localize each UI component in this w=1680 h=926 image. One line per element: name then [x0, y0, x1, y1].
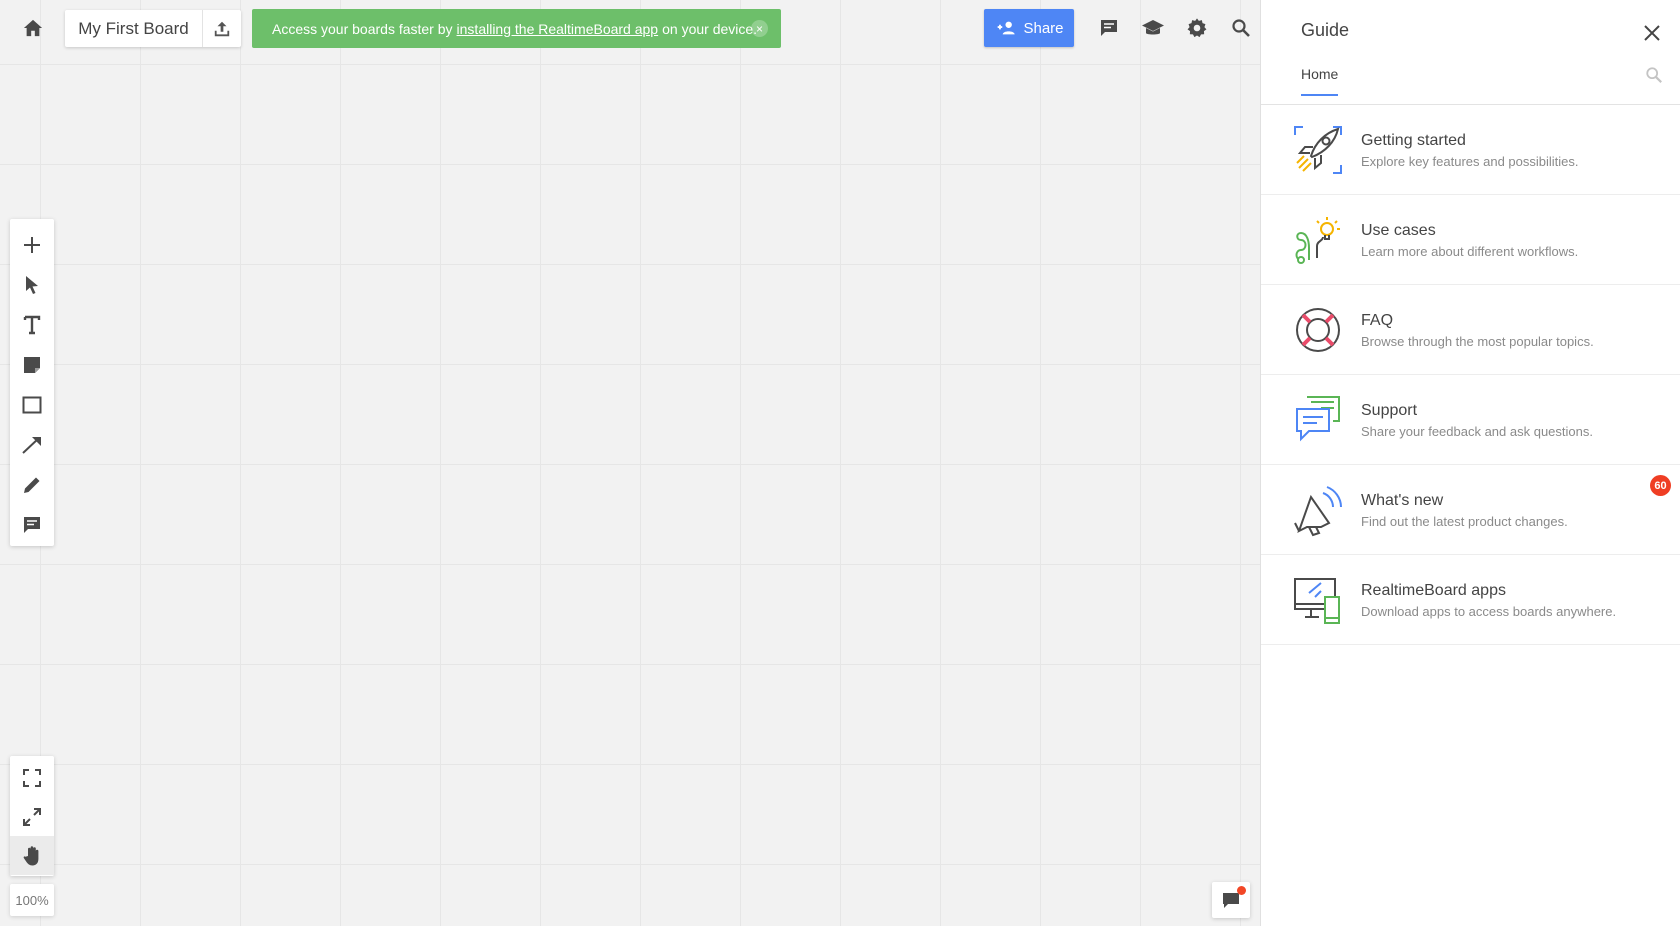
learning-button[interactable]	[1134, 10, 1172, 46]
home-button[interactable]	[14, 10, 52, 46]
guide-item-use-cases[interactable]: Use cases Learn more about different wor…	[1261, 195, 1680, 285]
hand-tool[interactable]	[10, 836, 54, 875]
search-icon	[1232, 19, 1250, 37]
lightbulb-path-icon	[1291, 213, 1345, 267]
guide-item-faq[interactable]: FAQ Browse through the most popular topi…	[1261, 285, 1680, 375]
search-button[interactable]	[1222, 10, 1260, 46]
gear-icon	[1187, 18, 1207, 38]
guide-item-title: Support	[1361, 402, 1418, 419]
banner-text-before: Access your boards faster by	[272, 20, 453, 37]
arrow-line-icon	[22, 437, 41, 454]
guide-item-title: FAQ	[1361, 312, 1394, 329]
graduation-cap-icon	[1142, 20, 1164, 35]
guide-list: Getting started Explore key features and…	[1261, 105, 1680, 645]
guide-item-whats-new[interactable]: What's new Find out the latest product c…	[1261, 465, 1680, 555]
view-toolbar	[10, 756, 54, 876]
chat-button[interactable]	[1212, 882, 1250, 918]
left-toolbar	[10, 219, 54, 546]
guide-item-support[interactable]: Support Share your feedback and ask ques…	[1261, 375, 1680, 465]
guide-item-getting-started[interactable]: Getting started Explore key features and…	[1261, 105, 1680, 195]
connector-tool[interactable]	[10, 425, 54, 465]
guide-item-title: RealtimeBoard apps	[1361, 582, 1506, 599]
share-button[interactable]: Share	[984, 9, 1074, 47]
frame-corners-icon	[23, 768, 41, 787]
comment-icon	[24, 517, 40, 533]
text-tool[interactable]	[10, 305, 54, 345]
guide-item-desc: Download apps to access boards anywhere.	[1361, 604, 1617, 619]
sticky-note-tool[interactable]	[10, 345, 54, 385]
fullscreen-button[interactable]	[10, 797, 54, 836]
guide-item-title: Getting started	[1361, 132, 1466, 149]
zoom-level[interactable]: 100%	[10, 884, 54, 916]
guide-item-apps[interactable]: RealtimeBoard apps Download apps to acce…	[1261, 555, 1680, 645]
notification-badge: 60	[1650, 475, 1671, 496]
megaphone-icon	[1291, 483, 1345, 537]
guide-item-desc: Share your feedback and ask questions.	[1361, 424, 1593, 439]
add-tool[interactable]	[10, 225, 54, 265]
shape-tool[interactable]	[10, 385, 54, 425]
cursor-arrow-icon	[26, 276, 38, 294]
top-toolbar	[1090, 10, 1260, 46]
search-icon	[1646, 67, 1662, 83]
guide-title: Guide	[1301, 20, 1350, 40]
hand-icon	[23, 845, 39, 865]
install-app-banner: Access your boards faster by installing …	[252, 9, 781, 48]
install-app-link[interactable]: installing the RealtimeBoard app	[457, 21, 659, 37]
chat-notification-dot	[1237, 886, 1246, 895]
text-icon	[23, 315, 41, 335]
guide-item-desc: Find out the latest product changes.	[1361, 514, 1568, 529]
guide-item-desc: Learn more about different workflows.	[1361, 244, 1579, 259]
expand-icon	[23, 807, 41, 826]
banner-close-button[interactable]: ×	[751, 20, 768, 37]
devices-icon	[1291, 573, 1345, 627]
guide-item-desc: Explore key features and possibilities.	[1361, 154, 1579, 169]
share-label: Share	[1023, 19, 1064, 37]
sticky-note-icon	[24, 357, 40, 373]
add-user-icon	[998, 21, 1016, 35]
banner-text-after: on your device.	[662, 20, 758, 37]
pen-tool[interactable]	[10, 465, 54, 505]
tab-home[interactable]: Home	[1301, 66, 1339, 96]
comments-button[interactable]	[1090, 10, 1128, 46]
guide-item-title: What's new	[1361, 492, 1444, 509]
lifebuoy-icon	[1291, 303, 1345, 357]
board-title[interactable]: My First Board	[65, 10, 203, 47]
guide-item-desc: Browse through the most popular topics.	[1361, 334, 1594, 349]
rocket-icon	[1291, 123, 1345, 177]
board-canvas[interactable]	[0, 0, 1260, 926]
guide-close-button[interactable]	[1637, 18, 1667, 48]
comment-icon	[1101, 20, 1117, 36]
home-icon	[23, 19, 43, 37]
rectangle-icon	[22, 396, 42, 414]
pencil-icon	[24, 477, 40, 493]
select-tool[interactable]	[10, 265, 54, 305]
chat-bubbles-icon	[1291, 393, 1345, 447]
close-icon	[1644, 25, 1660, 41]
guide-item-title: Use cases	[1361, 222, 1436, 239]
plus-icon	[24, 237, 40, 253]
guide-panel: Guide Home Getting started Explore key f…	[1260, 0, 1680, 926]
board-title-container: My First Board	[65, 10, 241, 47]
guide-search-button[interactable]	[1641, 62, 1667, 88]
export-button[interactable]	[203, 10, 241, 47]
upload-icon	[214, 21, 230, 36]
settings-button[interactable]	[1178, 10, 1216, 46]
comment-tool[interactable]	[10, 505, 54, 545]
fit-to-screen-button[interactable]	[10, 758, 54, 797]
